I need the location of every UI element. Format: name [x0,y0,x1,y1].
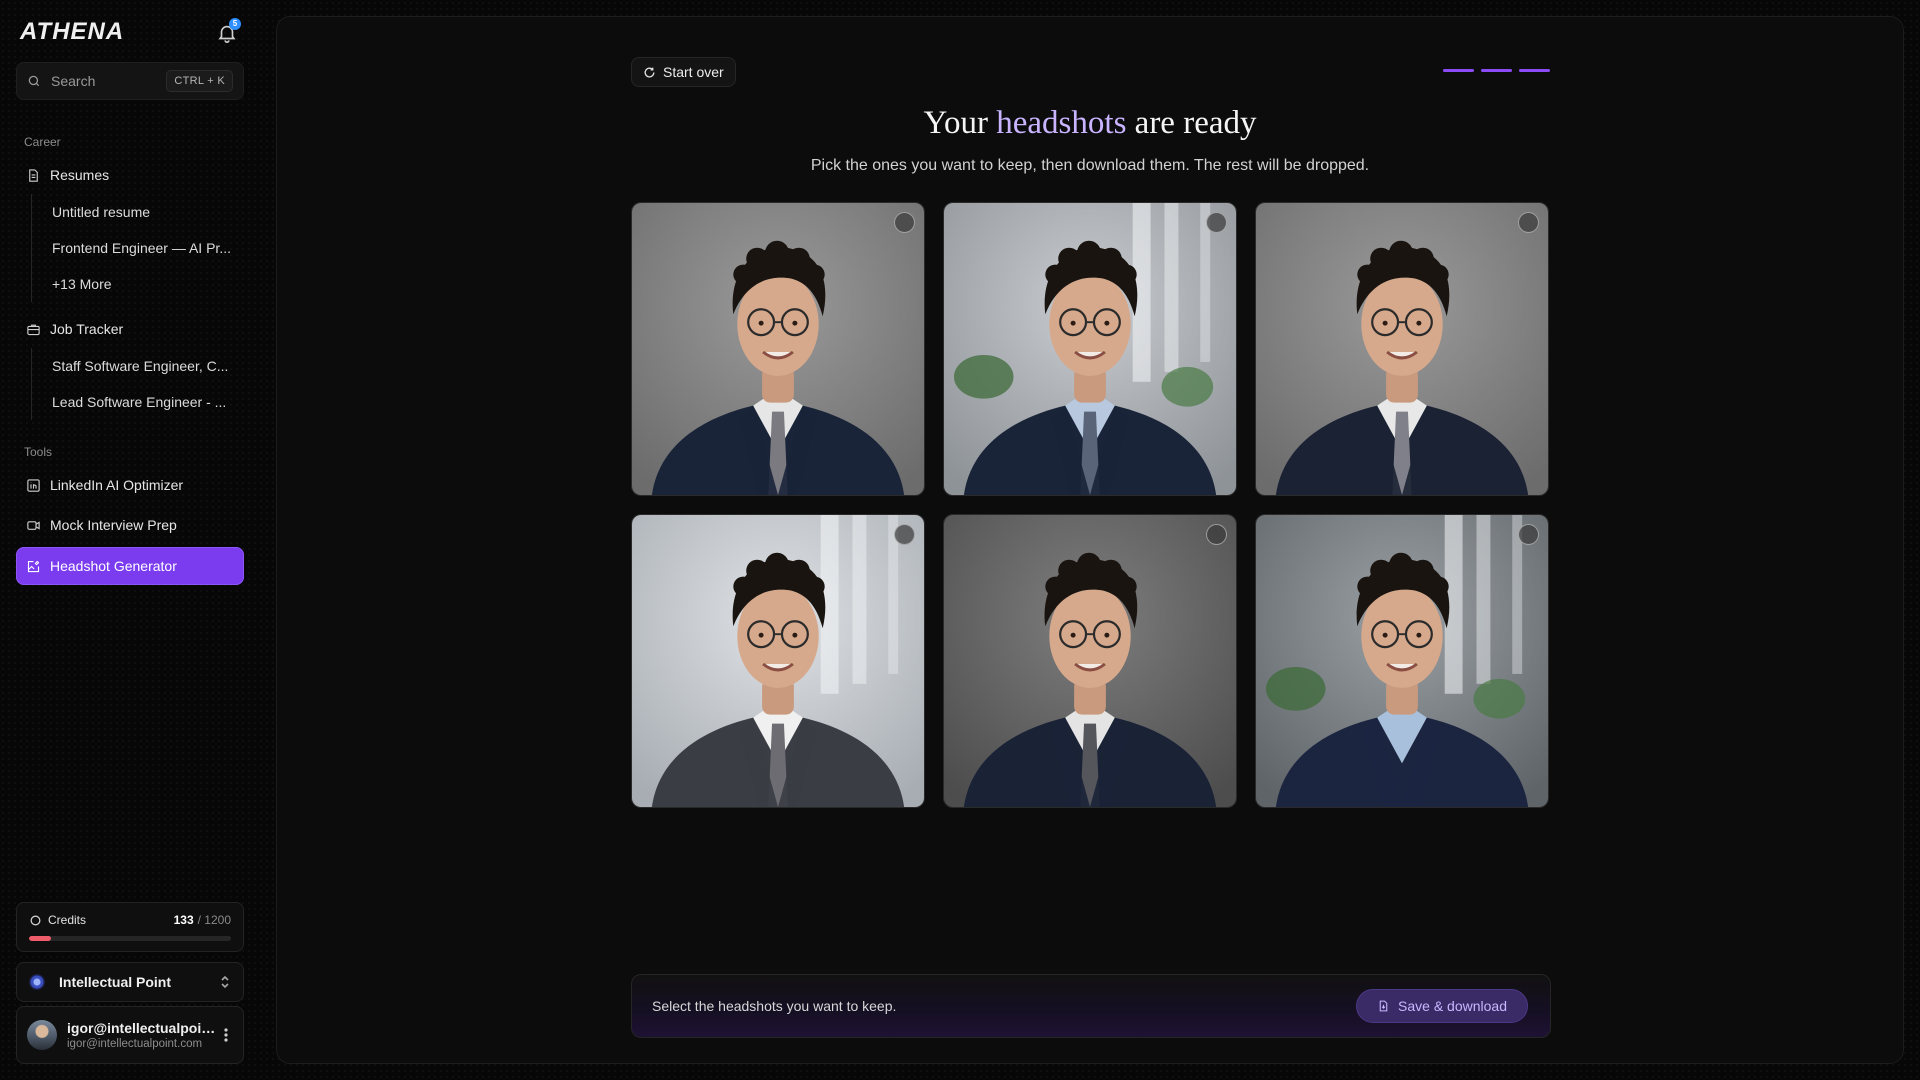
footer-hint: Select the headshots you want to keep. [652,998,897,1014]
headshot-tile[interactable] [943,514,1237,808]
credits-ring-icon [30,915,41,925]
page-title: Your headshots are ready [277,105,1903,142]
sidebar-item-label: Mock Interview Prep [50,517,177,533]
sidebar-item-label: Headshot Generator [50,558,177,574]
select-checkbox[interactable] [1518,524,1539,545]
headshot-photo [1256,203,1548,495]
page-subtitle: Pick the ones you want to keep, then dow… [810,157,1370,174]
sidebar-item-mock-interview[interactable]: Mock Interview Prep [16,508,244,542]
headshot-photo [632,515,924,807]
title-suffix: are ready [1126,105,1257,141]
headshot-tile[interactable] [631,202,925,496]
job-item[interactable]: Lead Software Engineer - ... [32,384,241,420]
org-logo [29,974,45,990]
user-email: igor@intellectualpoint.com [67,1038,203,1050]
select-checkbox[interactable] [894,524,915,545]
linkedin-icon [27,478,40,492]
sidebar-item-headshot-generator[interactable]: Headshot Generator [16,547,244,585]
headshot-photo [1256,515,1548,807]
sidebar: ATHENA 5 Search CTRL + K Career Resumes … [0,0,260,1080]
resumes-sublist: Untitled resume Frontend Engineer — AI P… [31,194,241,302]
headshot-tile[interactable] [943,202,1237,496]
credits-progress-bar [29,936,231,941]
step-bar [1519,69,1550,72]
select-checkbox[interactable] [1206,212,1227,233]
career-section-label: Career [24,135,61,149]
credits-progress-fill [29,936,52,941]
org-switcher[interactable]: Intellectual Point [16,962,244,1002]
credits-panel: Credits 133 / 1200 [16,902,244,952]
user-name: igor@intellectualpoin... [67,1020,219,1036]
start-over-label: Start over [663,64,724,80]
user-menu[interactable]: igor@intellectualpoin... igor@intellectu… [16,1006,244,1064]
org-name: Intellectual Point [59,974,172,990]
selection-footer: Select the headshots you want to keep. S… [631,974,1551,1038]
video-icon [27,520,40,530]
refresh-icon [644,67,655,77]
title-accent: headshots [996,105,1127,141]
save-download-label: Save & download [1398,998,1507,1014]
main-panel: Start over Your headshots are ready Pick… [276,16,1904,1064]
headshot-photo [944,203,1236,495]
file-download-icon [1379,1000,1388,1012]
step-bar [1481,69,1512,72]
sidebar-item-linkedin-optimizer[interactable]: LinkedIn AI Optimizer [16,468,244,502]
start-over-button[interactable]: Start over [631,57,736,87]
title-prefix: Your [923,105,997,141]
headshot-tile[interactable] [1255,202,1549,496]
headshot-tile[interactable] [1255,514,1549,808]
tools-section-label: Tools [24,445,53,459]
headshot-photo [944,515,1236,807]
document-icon [29,168,38,182]
credits-label: Credits [48,913,87,927]
search-shortcut: CTRL + K [166,70,233,92]
step-indicator [1443,69,1550,72]
sidebar-item-label: LinkedIn AI Optimizer [50,477,184,493]
chevron-up-down-icon [221,975,229,989]
credits-used: 133 [173,913,194,927]
image-edit-icon [27,560,40,572]
jobs-sublist: Staff Software Engineer, C... Lead Softw… [31,348,241,420]
notification-badge: 5 [229,18,241,30]
avatar [27,1020,57,1050]
search-input[interactable]: Search CTRL + K [16,62,244,100]
save-download-button[interactable]: Save & download [1356,989,1528,1023]
sidebar-item-label: Job Tracker [50,321,124,337]
headshot-grid [631,202,1549,808]
sidebar-item-resumes[interactable]: Resumes [16,158,244,192]
search-icon [28,75,40,87]
headshot-photo [632,203,924,495]
job-item[interactable]: Staff Software Engineer, C... [32,348,241,384]
step-bar [1443,69,1474,72]
headshot-tile[interactable] [631,514,925,808]
resume-item[interactable]: Frontend Engineer — AI Pr... [32,230,241,266]
sidebar-item-job-tracker[interactable]: Job Tracker [16,312,244,346]
resumes-more-link[interactable]: +13 More [32,266,241,302]
sidebar-item-label: Resumes [50,167,110,183]
select-checkbox[interactable] [1206,524,1227,545]
search-label: Search [51,73,96,89]
more-vertical-icon[interactable] [219,1027,233,1043]
briefcase-icon [27,324,40,335]
resume-item[interactable]: Untitled resume [32,194,241,230]
credits-total: / 1200 [197,913,231,927]
select-checkbox[interactable] [894,212,915,233]
app-logo[interactable]: ATHENA [20,18,124,46]
select-checkbox[interactable] [1518,212,1539,233]
